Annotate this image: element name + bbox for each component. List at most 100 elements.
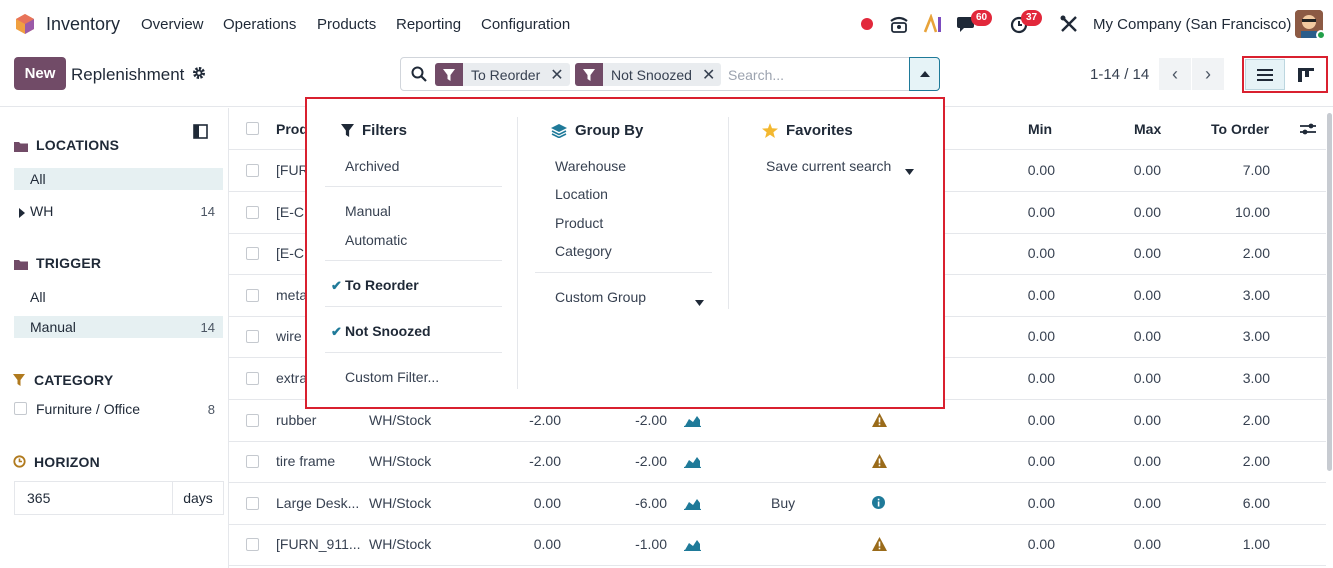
cell-product[interactable]: Large Desk...: [276, 495, 359, 511]
cell-max[interactable]: 0.00: [1105, 204, 1161, 220]
info-icon[interactable]: [872, 495, 885, 512]
header-max[interactable]: Max: [1134, 121, 1161, 137]
row-checkbox[interactable]: [246, 247, 259, 263]
menu-configuration[interactable]: Configuration: [481, 16, 570, 33]
vertical-scrollbar[interactable]: [1327, 113, 1332, 471]
cell-max[interactable]: 0.00: [1105, 245, 1161, 261]
cell-max[interactable]: 0.00: [1105, 162, 1161, 178]
menu-overview[interactable]: Overview: [141, 16, 204, 33]
cell-min[interactable]: 0.00: [999, 245, 1055, 261]
cell-to-order[interactable]: 7.00: [1209, 162, 1270, 178]
menu-operations[interactable]: Operations: [223, 16, 296, 33]
row-checkbox[interactable]: [246, 330, 259, 346]
group-by-category[interactable]: Category: [555, 243, 612, 259]
phone-icon[interactable]: [889, 12, 909, 36]
collapse-sidebar-icon[interactable]: [193, 124, 208, 142]
row-checkbox[interactable]: [246, 205, 259, 222]
forecast-report-icon[interactable]: [684, 455, 701, 471]
table-row[interactable]: Large Desk... WH/Stock 0.00 -6.00 Buy 0.00 0.0…: [229, 483, 1326, 525]
category-item-furniture-office[interactable]: Furniture / Office 8: [14, 398, 223, 420]
group-by-location[interactable]: Location: [555, 186, 608, 202]
search-input[interactable]: [728, 63, 898, 86]
menu-products[interactable]: Products: [317, 16, 376, 33]
cell-to-order[interactable]: 6.00: [1209, 495, 1270, 511]
custom-group-select[interactable]: Custom Group: [555, 289, 646, 305]
category-checkbox[interactable]: [14, 402, 27, 415]
table-row[interactable]: [FURN_911... WH/Stock 0.00 -1.00 0.00 0.00 1.0…: [229, 524, 1326, 567]
cell-product[interactable]: [E-C: [276, 245, 304, 261]
optional-columns-icon[interactable]: [1300, 122, 1316, 139]
group-by-warehouse[interactable]: Warehouse: [555, 158, 626, 174]
cell-max[interactable]: 0.00: [1105, 287, 1161, 303]
location-item-wh[interactable]: WH 14: [14, 200, 223, 222]
cell-min[interactable]: 0.00: [999, 370, 1055, 386]
cell-product[interactable]: meta: [276, 287, 307, 303]
warning-icon[interactable]: [872, 537, 887, 554]
search-bar[interactable]: To Reorder ✕ Not Snoozed ✕: [400, 57, 940, 91]
pager-previous-button[interactable]: ‹: [1159, 58, 1191, 90]
add-custom-filter[interactable]: Custom Filter...: [345, 369, 439, 385]
inventory-app-icon[interactable]: [14, 13, 36, 35]
warning-icon[interactable]: [872, 454, 887, 471]
cell-product[interactable]: rubber: [276, 412, 316, 428]
row-checkbox[interactable]: [246, 372, 259, 388]
warning-icon[interactable]: [872, 412, 887, 430]
header-to-order[interactable]: To Order: [1211, 121, 1269, 137]
new-button[interactable]: New: [14, 57, 66, 90]
cell-min[interactable]: 0.00: [999, 204, 1055, 220]
gear-icon[interactable]: [192, 66, 206, 83]
filter-to-reorder[interactable]: To Reorder: [345, 277, 419, 293]
horizon-input[interactable]: [14, 481, 172, 515]
forecast-report-icon[interactable]: [684, 414, 701, 430]
caret-down-icon[interactable]: [905, 162, 914, 178]
pager-value[interactable]: 1-14 / 14: [1090, 66, 1149, 83]
cell-max[interactable]: 0.00: [1105, 536, 1161, 552]
cell-min[interactable]: 0.00: [999, 453, 1055, 469]
cell-to-order[interactable]: 2.00: [1209, 453, 1270, 469]
search-icon[interactable]: [411, 66, 427, 85]
cell-to-order[interactable]: 2.00: [1209, 245, 1270, 261]
cell-product[interactable]: [FURN_911...: [276, 536, 361, 552]
kanban-view-button[interactable]: [1286, 59, 1326, 90]
recording-dot-icon[interactable]: [861, 12, 873, 36]
forecast-report-icon[interactable]: [684, 497, 701, 513]
toggle-search-panel-button[interactable]: [909, 57, 940, 91]
forecast-report-icon[interactable]: [684, 538, 701, 554]
caret-down-icon[interactable]: [695, 293, 704, 309]
table-row[interactable]: tire frame WH/Stock -2.00 -2.00 0.00 0.00 2.00: [229, 441, 1326, 484]
cell-max[interactable]: 0.00: [1105, 370, 1161, 386]
location-item-all[interactable]: All: [14, 168, 223, 190]
cell-product[interactable]: [E-C: [276, 204, 304, 220]
row-checkbox[interactable]: [246, 288, 259, 305]
select-all-checkbox[interactable]: [246, 122, 259, 138]
list-view-button[interactable]: [1245, 59, 1285, 90]
cell-min[interactable]: 0.00: [999, 162, 1055, 178]
cell-route[interactable]: Buy: [771, 495, 795, 511]
cell-max[interactable]: 0.00: [1105, 453, 1161, 469]
cell-min[interactable]: 0.00: [999, 536, 1055, 552]
cell-to-order[interactable]: 2.00: [1209, 412, 1270, 428]
cell-max[interactable]: 0.00: [1105, 412, 1161, 428]
header-product[interactable]: Prod: [276, 121, 308, 137]
cell-min[interactable]: 0.00: [999, 328, 1055, 344]
trigger-item-all[interactable]: All: [14, 286, 223, 308]
cell-to-order[interactable]: 3.00: [1209, 370, 1270, 386]
cell-to-order[interactable]: 1.00: [1209, 536, 1270, 552]
cell-max[interactable]: 0.00: [1105, 495, 1161, 511]
trigger-item-manual[interactable]: Manual 14: [14, 316, 223, 338]
filter-archived[interactable]: Archived: [345, 158, 399, 174]
cell-to-order[interactable]: 3.00: [1209, 287, 1270, 303]
cell-product[interactable]: tire frame: [276, 453, 335, 469]
cell-product[interactable]: wire: [276, 328, 302, 344]
row-checkbox[interactable]: [246, 413, 259, 430]
row-checkbox[interactable]: [246, 455, 259, 471]
filter-not-snoozed[interactable]: Not Snoozed: [345, 323, 431, 339]
save-current-search[interactable]: Save current search: [766, 158, 891, 174]
row-checkbox[interactable]: [246, 496, 259, 513]
cell-min[interactable]: 0.00: [999, 495, 1055, 511]
group-by-product[interactable]: Product: [555, 215, 603, 231]
cell-max[interactable]: 0.00: [1105, 328, 1161, 344]
cell-product[interactable]: [FUR: [276, 162, 309, 178]
tools-icon[interactable]: [1059, 12, 1079, 36]
cell-to-order[interactable]: 10.00: [1209, 204, 1270, 220]
